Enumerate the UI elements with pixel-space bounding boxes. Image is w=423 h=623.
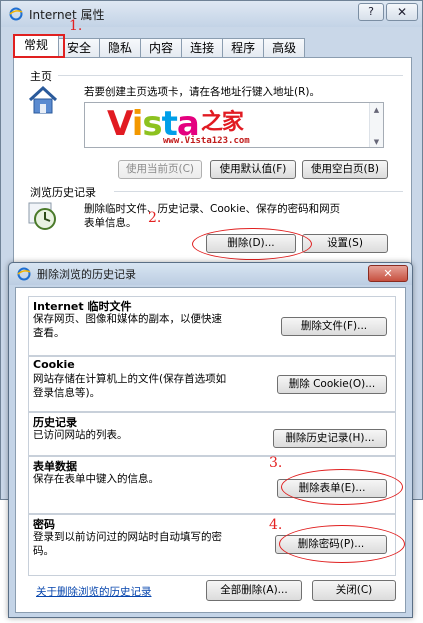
home-group-label: 主页 — [30, 70, 52, 83]
tab-connections[interactable]: 连接 — [181, 38, 224, 58]
window-title: Internet 属性 — [29, 7, 105, 22]
tab-bar: 常规 安全 隐私 内容 连接 程序 高级 — [13, 35, 306, 58]
section-description: 网站存储在计算机上的文件(保存首选项如 登录信息等)。 — [33, 373, 227, 399]
step-label-2: 2. — [148, 210, 162, 226]
section-history: 历史记录 已访问网站的列表。 删除历史记录(H)... — [28, 412, 396, 456]
delete-history-titlebar: 删除浏览的历史记录 — [9, 263, 412, 285]
use-current-button[interactable]: 使用当前页(C) — [118, 160, 202, 179]
section-description: 保存在表单中键入的信息。 — [33, 473, 159, 485]
delete-passwords-button[interactable]: 删除密码(P)... — [275, 535, 387, 554]
history-settings-button[interactable]: 设置(S) — [302, 234, 388, 253]
close-button[interactable]: ✕ — [386, 3, 418, 21]
delete-history-dialog: 删除浏览的历史记录 ✕ Internet 临时文件 保存网页、图像和媒体的副本，… — [8, 262, 413, 618]
section-description: 保存网页、图像和媒体的副本，以便快速 查看。 — [33, 313, 222, 339]
use-blank-button[interactable]: 使用空白页(B) — [302, 160, 388, 179]
scroll-up-icon[interactable]: ▲ — [370, 103, 383, 117]
delete-forms-button[interactable]: 删除表单(E)... — [277, 479, 387, 498]
history-group-divider — [114, 191, 403, 192]
dialog-close-button[interactable]: ✕ — [368, 265, 408, 282]
tab-security[interactable]: 安全 — [58, 38, 101, 58]
url-box-scrollbar[interactable]: ▲ ▼ — [369, 103, 383, 147]
section-form-data: 表单数据 保存在表单中键入的信息。 删除表单(E)... 3. — [28, 455, 403, 514]
tab-general[interactable]: 常规 — [13, 35, 60, 58]
internet-explorer-icon — [9, 7, 23, 21]
use-default-button[interactable]: 使用默认值(F) — [210, 160, 296, 179]
dialog-close-text-button[interactable]: 关闭(C) — [312, 580, 396, 601]
section-title: Cookie — [33, 358, 75, 371]
tab-content[interactable]: 内容 — [140, 38, 183, 58]
delete-history-button[interactable]: 删除(D)... — [206, 234, 296, 253]
section-cookies: Cookie 网站存储在计算机上的文件(保存首选项如 登录信息等)。 删除 Coo… — [28, 356, 396, 412]
tab-programs[interactable]: 程序 — [222, 38, 265, 58]
step-label-4: 4. — [269, 517, 283, 533]
internet-explorer-icon — [17, 267, 31, 281]
tab-advanced[interactable]: 高级 — [263, 38, 306, 58]
help-button[interactable]: ? — [358, 3, 384, 21]
delete-files-button[interactable]: 删除文件(F)... — [281, 317, 387, 336]
scroll-down-icon[interactable]: ▼ — [370, 135, 383, 147]
dialog-title: 删除浏览的历史记录 — [37, 268, 136, 281]
section-description: 登录到以前访问过的网站时自动填写的密 码。 — [33, 531, 222, 557]
history-description: 删除临时文件、历史记录、Cookie、保存的密码和网页 表单信息。 — [84, 203, 341, 229]
step-label-1: 1. — [69, 18, 83, 34]
history-group-label: 浏览历史记录 — [30, 186, 96, 199]
section-temp-files: Internet 临时文件 保存网页、图像和媒体的副本，以便快速 查看。 删除文件… — [28, 296, 396, 356]
section-passwords: 密码 登录到以前访问过的网站时自动填写的密 码。 删除密码(P)... 4. — [28, 514, 405, 576]
delete-history-list-button[interactable]: 删除历史记录(H)... — [273, 429, 387, 448]
home-page-icon — [26, 84, 60, 116]
step-label-3: 3. — [269, 455, 283, 471]
history-clock-icon — [26, 200, 60, 232]
about-delete-history-link[interactable]: 关于删除浏览的历史记录 — [36, 584, 152, 599]
home-description: 若要创建主页选项卡，请在各地址行键入地址(R)。 — [84, 86, 320, 98]
tab-privacy[interactable]: 隐私 — [99, 38, 142, 58]
delete-cookies-button[interactable]: 删除 Cookie(O)... — [277, 375, 387, 394]
home-group-divider — [58, 75, 403, 76]
logo-url-text: www.Vista123.com — [163, 136, 250, 146]
delete-all-button[interactable]: 全部删除(A)... — [206, 580, 302, 601]
delete-history-body: Internet 临时文件 保存网页、图像和媒体的副本，以便快速 查看。 删除文件… — [15, 287, 406, 613]
section-description: 已访问网站的列表。 — [33, 429, 128, 441]
home-page-url-box[interactable]: Vista之家 www.Vista123.com ▲ ▼ — [84, 102, 384, 148]
